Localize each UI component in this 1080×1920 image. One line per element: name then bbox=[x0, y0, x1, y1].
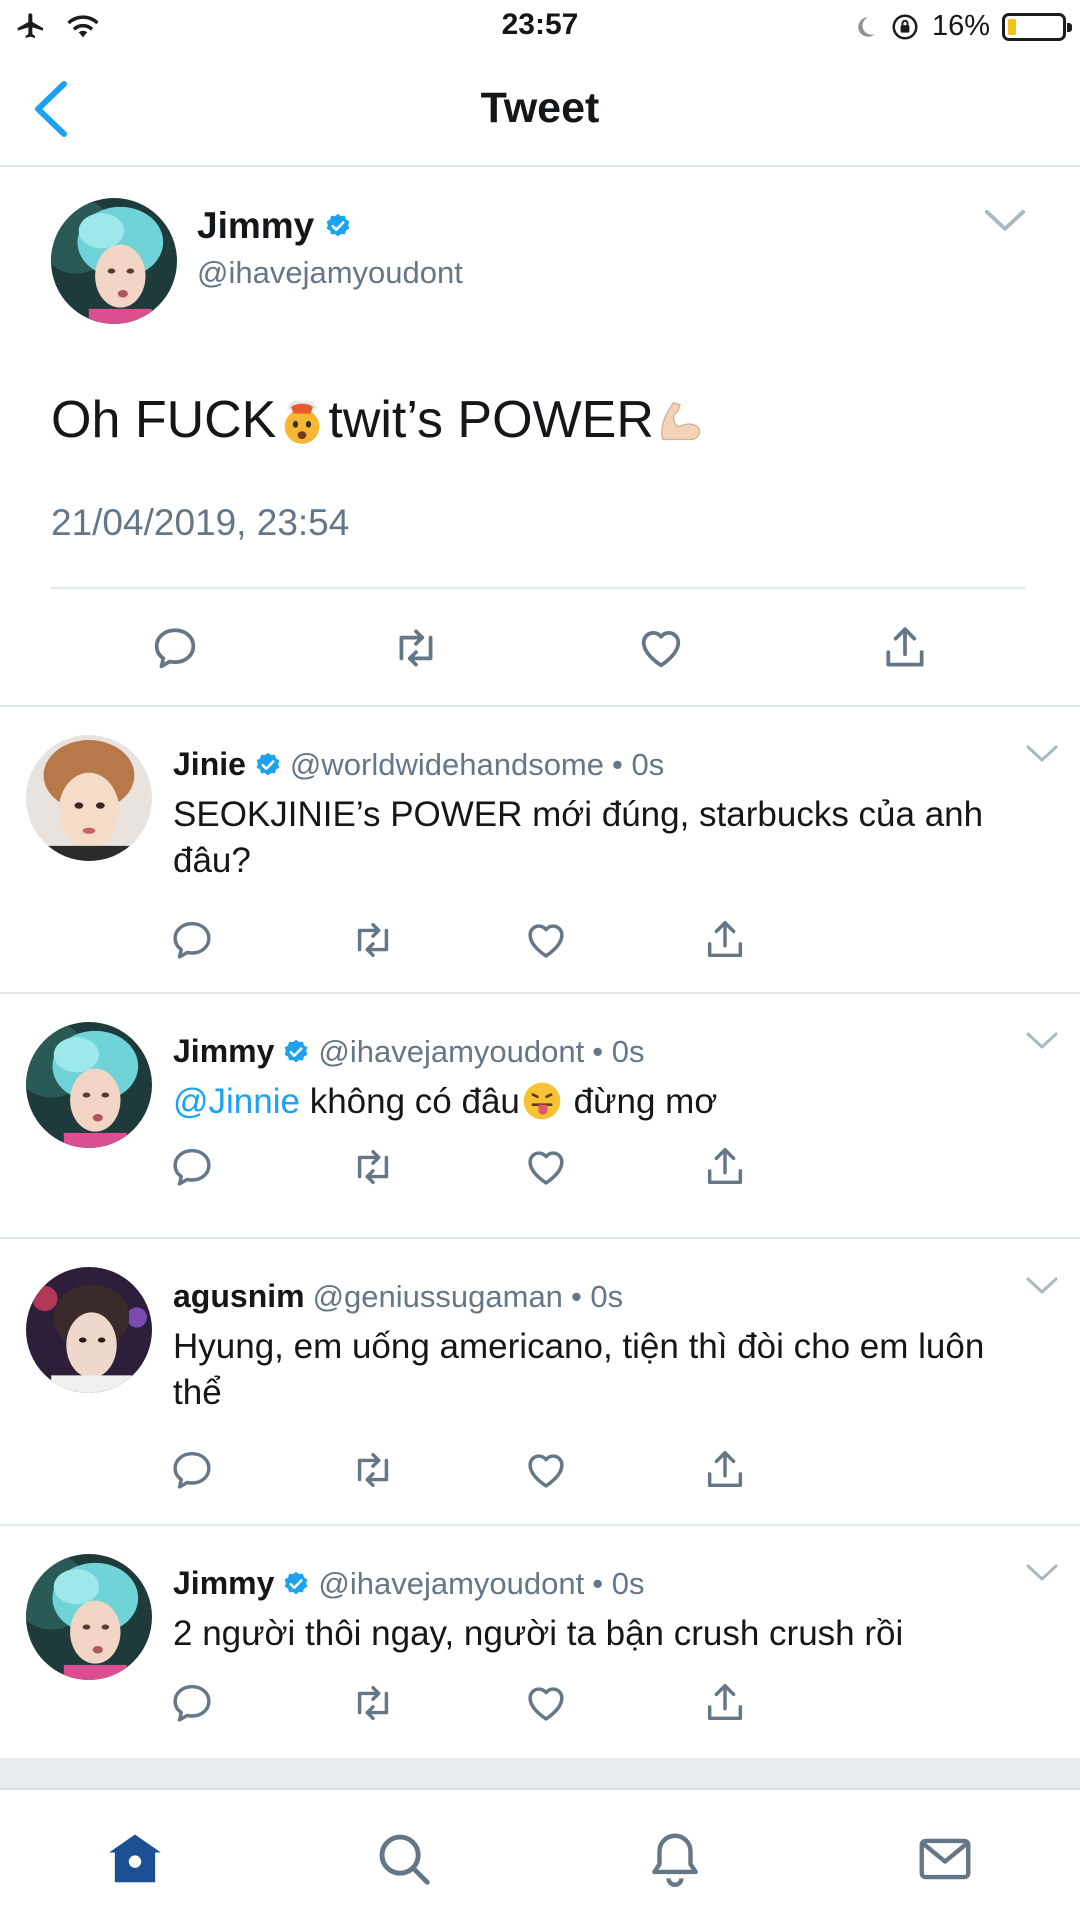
author-handle[interactable]: @geniussugaman bbox=[313, 1279, 563, 1315]
main-tweet: Jimmy @ihavejamyoudont Oh FUCK twit’s PO… bbox=[0, 167, 1080, 707]
verified-icon bbox=[282, 1570, 310, 1598]
share-icon[interactable] bbox=[880, 623, 930, 673]
status-bar: 23:57 16% bbox=[0, 0, 1080, 54]
author-name[interactable]: Jinie bbox=[173, 746, 246, 783]
verified-icon bbox=[254, 751, 282, 779]
home-icon[interactable] bbox=[104, 1828, 166, 1890]
like-icon[interactable] bbox=[523, 1144, 569, 1190]
tongue-out-emoji-icon bbox=[523, 1082, 561, 1120]
retweet-icon[interactable] bbox=[350, 1447, 396, 1493]
tweet-text: Oh FUCK twit’s POWER bbox=[51, 390, 706, 450]
reply-time: • 0s bbox=[592, 1033, 645, 1069]
author-handle[interactable]: @ihavejamyoudont bbox=[197, 255, 463, 291]
mention-link[interactable]: @Jinnie bbox=[173, 1082, 300, 1121]
search-icon[interactable] bbox=[373, 1828, 435, 1890]
retweet-icon[interactable] bbox=[350, 917, 396, 963]
author-name[interactable]: Jimmy bbox=[173, 1565, 274, 1602]
reply-time: • 0s bbox=[570, 1278, 624, 1314]
nav-bar: Tweet bbox=[0, 54, 1080, 167]
avatar[interactable] bbox=[26, 1554, 152, 1680]
like-icon[interactable] bbox=[636, 623, 686, 673]
orientation-lock-icon bbox=[892, 14, 918, 39]
share-icon[interactable] bbox=[702, 1680, 748, 1726]
retweet-icon[interactable] bbox=[350, 1680, 396, 1726]
reply-time: • 0s bbox=[612, 746, 665, 782]
reply-text-part2: đừng mơ bbox=[563, 1082, 718, 1121]
reply-text: 2 người thôi ngay, người ta bận crush cr… bbox=[173, 1614, 904, 1653]
reply-tweet[interactable]: agusnim @geniussugaman • 0s Hyung, em uố… bbox=[0, 1241, 1080, 1526]
share-icon[interactable] bbox=[702, 1144, 748, 1190]
reply-icon[interactable] bbox=[169, 1680, 215, 1726]
like-icon[interactable] bbox=[523, 917, 569, 963]
reply-icon[interactable] bbox=[150, 623, 200, 673]
chevron-down-icon[interactable] bbox=[1025, 1276, 1059, 1296]
reply-header: Jimmy @ihavejamyoudont • 0s bbox=[173, 1033, 644, 1070]
reply-tweet[interactable]: Jimmy @ihavejamyoudont • 0s 2 người thôi… bbox=[0, 1528, 1080, 1758]
chevron-down-icon[interactable] bbox=[983, 207, 1027, 235]
battery-icon bbox=[1002, 12, 1072, 41]
retweet-icon[interactable] bbox=[391, 623, 441, 673]
author-name[interactable]: Jimmy bbox=[197, 205, 352, 247]
like-icon[interactable] bbox=[523, 1680, 569, 1726]
reply-actions bbox=[0, 1447, 1080, 1497]
author-name[interactable]: Jimmy bbox=[173, 1033, 274, 1070]
share-icon[interactable] bbox=[702, 1447, 748, 1493]
reply-text: @Jinnie không có đâu đừng mơ bbox=[173, 1079, 1033, 1125]
flexed-biceps-emoji-icon bbox=[661, 401, 701, 441]
reply-header: agusnim @geniussugaman • 0s bbox=[173, 1278, 623, 1315]
tab-bar bbox=[0, 1788, 1080, 1920]
moon-icon bbox=[858, 16, 875, 37]
divider bbox=[51, 587, 1025, 589]
author-name[interactable]: agusnim bbox=[173, 1278, 305, 1315]
author-handle[interactable]: @ihavejamyoudont bbox=[318, 1034, 584, 1070]
reply-time: • 0s bbox=[592, 1565, 645, 1601]
reply-header: Jimmy @ihavejamyoudont • 0s bbox=[173, 1565, 644, 1602]
reply-tweet[interactable]: Jimmy @ihavejamyoudont • 0s @Jinnie khôn… bbox=[0, 996, 1080, 1239]
messages-icon[interactable] bbox=[914, 1828, 976, 1890]
author-handle[interactable]: @worldwidehandsome bbox=[290, 747, 604, 783]
reply-icon[interactable] bbox=[169, 917, 215, 963]
reply-actions bbox=[0, 1680, 1080, 1730]
author-name-text: Jimmy bbox=[197, 205, 315, 246]
retweet-icon[interactable] bbox=[350, 1144, 396, 1190]
share-icon[interactable] bbox=[702, 917, 748, 963]
avatar[interactable] bbox=[51, 198, 177, 324]
tweet-actions bbox=[0, 623, 1080, 677]
page-title: Tweet bbox=[480, 84, 600, 132]
exploding-head-emoji-icon bbox=[285, 400, 320, 444]
notifications-icon[interactable] bbox=[644, 1828, 706, 1890]
tweet-text-part1: Oh FUCK bbox=[51, 391, 277, 449]
verified-icon bbox=[282, 1038, 310, 1066]
author-handle[interactable]: @ihavejamyoudont bbox=[318, 1566, 584, 1602]
avatar[interactable] bbox=[26, 1267, 152, 1393]
chevron-down-icon[interactable] bbox=[1025, 744, 1059, 764]
chevron-down-icon[interactable] bbox=[1025, 1031, 1059, 1051]
reply-actions bbox=[0, 917, 1080, 967]
avatar[interactable] bbox=[26, 1022, 152, 1148]
reply-icon[interactable] bbox=[169, 1144, 215, 1190]
reply-tweet[interactable]: Jinie @worldwidehandsome • 0s SEOKJINIE’… bbox=[0, 709, 1080, 994]
reply-text: SEOKJINIE’s POWER mới đúng, starbucks củ… bbox=[173, 795, 984, 880]
tweet-timestamp: 21/04/2019, 23:54 bbox=[51, 502, 350, 543]
reply-icon[interactable] bbox=[169, 1447, 215, 1493]
battery-percent: 16% bbox=[931, 10, 990, 42]
avatar[interactable] bbox=[26, 735, 152, 861]
chevron-down-icon[interactable] bbox=[1025, 1563, 1059, 1583]
reply-header: Jinie @worldwidehandsome • 0s bbox=[173, 746, 664, 783]
battery-level bbox=[1008, 18, 1016, 35]
reply-actions bbox=[0, 1144, 1080, 1194]
reply-text: Hyung, em uống americano, tiện thì đòi c… bbox=[173, 1327, 985, 1412]
reply-text-part1: không có đâu bbox=[299, 1082, 520, 1121]
timeline-end-gap bbox=[0, 1758, 1080, 1788]
verified-icon bbox=[324, 212, 352, 240]
tweet-text-part2: twit’s POWER bbox=[328, 391, 654, 449]
like-icon[interactable] bbox=[523, 1447, 569, 1493]
